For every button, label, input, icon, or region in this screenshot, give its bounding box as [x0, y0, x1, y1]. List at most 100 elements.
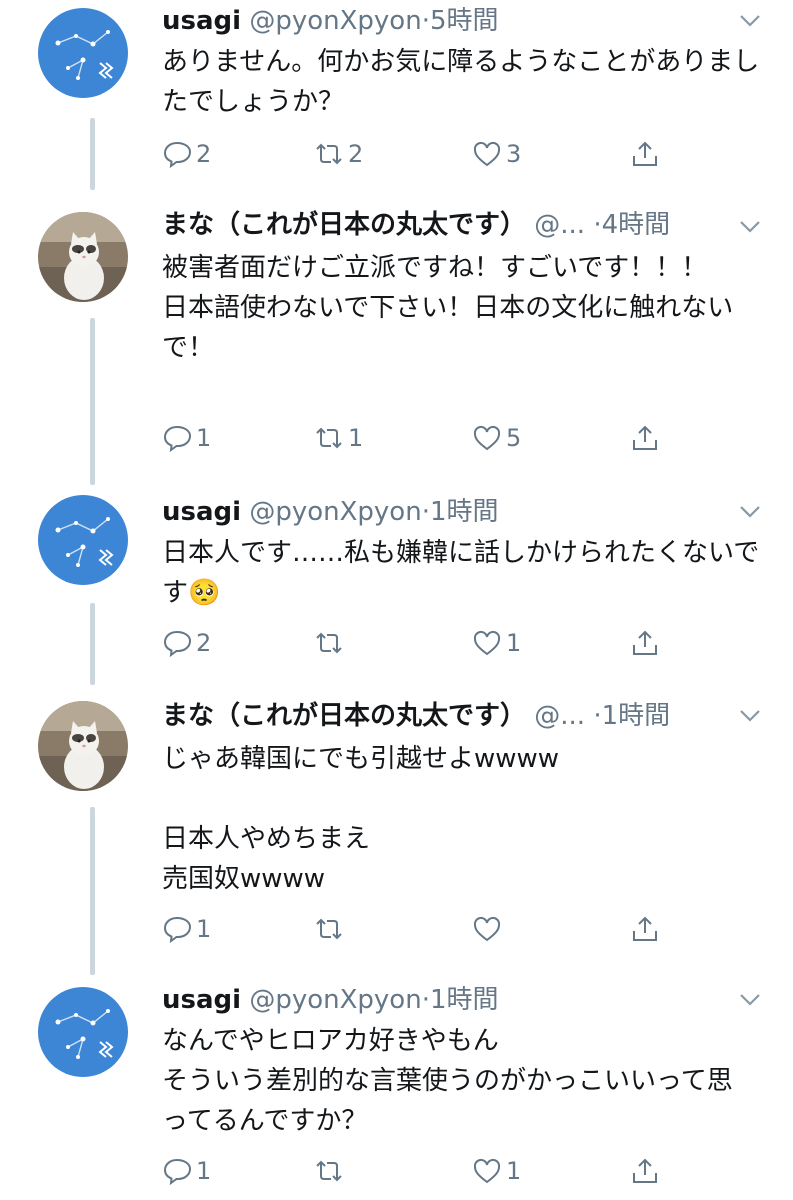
- tweet-actions: 1 1 5: [162, 420, 682, 456]
- reply-button[interactable]: 1: [162, 1153, 211, 1189]
- like-count: 5: [506, 424, 522, 452]
- retweet-icon: [316, 632, 342, 654]
- heart-icon: [473, 630, 501, 656]
- display-name[interactable]: まな（これが日本の丸太です）: [162, 210, 526, 240]
- like-button[interactable]: 3: [472, 136, 521, 172]
- user-handle[interactable]: @...: [534, 210, 585, 240]
- tweet-actions: 1 1: [162, 1153, 682, 1189]
- tweet-text: ありません。何かお気に障るようなことがありましたでしょうか？: [162, 47, 760, 117]
- separator-dot: ·: [421, 6, 430, 36]
- like-count: 1: [506, 1157, 522, 1185]
- reply-icon: [163, 1158, 192, 1186]
- retweet-icon: [316, 918, 342, 940]
- timestamp[interactable]: 4時間: [602, 210, 671, 240]
- tweet-text: 被害者面だけご立派ですね！すごいです！！！ 日本語使わないで下さい！日本の文化に…: [162, 253, 734, 363]
- like-button[interactable]: 5: [472, 420, 521, 456]
- display-name[interactable]: usagi: [162, 6, 241, 36]
- tweet-header: usagi @pyonXpyon·1時間: [162, 493, 743, 531]
- retweet-button[interactable]: 2: [314, 136, 363, 172]
- reply-count: 1: [196, 424, 212, 452]
- share-button[interactable]: [630, 625, 660, 661]
- reply-button[interactable]: 2: [162, 625, 211, 661]
- like-button[interactable]: 1: [472, 625, 521, 661]
- thread-line: [90, 603, 95, 685]
- reply-icon: [163, 916, 192, 944]
- share-icon: [633, 141, 657, 166]
- retweet-button[interactable]: 1: [314, 420, 363, 456]
- avatar[interactable]: [38, 212, 128, 302]
- avatar[interactable]: [38, 8, 128, 98]
- separator-dot: ·: [593, 701, 602, 731]
- user-handle[interactable]: @pyonXpyon: [249, 497, 421, 527]
- reply-count: 2: [196, 140, 212, 168]
- like-count: 3: [506, 140, 522, 168]
- chevron-down-icon[interactable]: [737, 705, 763, 725]
- like-count: 1: [506, 629, 522, 657]
- thread-line: [90, 118, 95, 190]
- tweet[interactable]: まな（これが日本の丸太です） @... ·1時間 じゃあ韓国にでも引越せよwww…: [0, 685, 793, 975]
- thread-line: [90, 318, 95, 485]
- display-name[interactable]: usagi: [162, 985, 241, 1015]
- like-button[interactable]: [472, 911, 506, 947]
- retweet-button[interactable]: [314, 1153, 348, 1189]
- chevron-down-icon[interactable]: [737, 10, 763, 30]
- tweet[interactable]: まな（これが日本の丸太です） @... ·4時間 被害者面だけご立派ですね！すご…: [0, 190, 793, 485]
- share-icon: [633, 630, 657, 655]
- reply-button[interactable]: 1: [162, 911, 211, 947]
- thread-line: [90, 807, 95, 975]
- heart-icon: [473, 916, 501, 942]
- display-name[interactable]: usagi: [162, 497, 241, 527]
- heart-icon: [473, 1158, 501, 1184]
- retweet-count: 1: [348, 424, 364, 452]
- chevron-down-icon[interactable]: [737, 989, 763, 1009]
- timestamp[interactable]: 1時間: [430, 497, 499, 527]
- tweet-text: なんでやヒロアカ好きやもん そういう差別的な言葉使うのがかっこいいって思ってるん…: [162, 1026, 733, 1136]
- timestamp[interactable]: 1時間: [602, 701, 671, 731]
- reply-icon: [163, 630, 192, 658]
- share-icon: [633, 1158, 657, 1183]
- avatar[interactable]: [38, 495, 128, 585]
- reply-icon: [163, 425, 192, 453]
- share-button[interactable]: [630, 911, 660, 947]
- tweet-header: まな（これが日本の丸太です） @... ·1時間: [162, 697, 743, 735]
- timestamp[interactable]: 5時間: [430, 6, 499, 36]
- tweet[interactable]: usagi @pyonXpyon·5時間 ありません。何かお気に障るようなことが…: [0, 0, 793, 190]
- avatar[interactable]: [38, 701, 128, 791]
- avatar[interactable]: [38, 987, 128, 1077]
- reply-count: 1: [196, 1157, 212, 1185]
- tweet-text: 日本人です……私も嫌韓に話しかけられたくないです🥺: [162, 538, 760, 608]
- user-handle[interactable]: @...: [534, 701, 585, 731]
- share-icon: [633, 425, 657, 450]
- tweet-actions: 2 1: [162, 625, 682, 661]
- tweet-header: usagi @pyonXpyon·1時間: [162, 981, 743, 1019]
- timestamp[interactable]: 1時間: [430, 985, 499, 1015]
- separator-dot: ·: [421, 985, 430, 1015]
- tweet[interactable]: usagi @pyonXpyon·1時間 日本人です……私も嫌韓に話しかけられた…: [0, 485, 793, 685]
- user-handle[interactable]: @pyonXpyon: [249, 985, 421, 1015]
- share-button[interactable]: [630, 1153, 660, 1189]
- retweet-count: 2: [348, 140, 364, 168]
- reply-button[interactable]: 1: [162, 420, 211, 456]
- like-button[interactable]: 1: [472, 1153, 521, 1189]
- retweet-button[interactable]: [314, 625, 348, 661]
- tweet[interactable]: usagi @pyonXpyon·1時間 なんでやヒロアカ好きやもん そういう差…: [0, 975, 793, 1200]
- reply-count: 1: [196, 915, 212, 943]
- heart-icon: [473, 141, 501, 167]
- tweet-header: まな（これが日本の丸太です） @... ·4時間: [162, 206, 743, 244]
- tweet-header: usagi @pyonXpyon·5時間: [162, 2, 743, 40]
- user-handle[interactable]: @pyonXpyon: [249, 6, 421, 36]
- display-name[interactable]: まな（これが日本の丸太です）: [162, 701, 526, 731]
- separator-dot: ·: [593, 210, 602, 240]
- tweet-actions: 1: [162, 911, 682, 947]
- retweet-icon: [316, 1160, 342, 1182]
- share-button[interactable]: [630, 136, 660, 172]
- retweet-button[interactable]: [314, 911, 348, 947]
- separator-dot: ·: [421, 497, 430, 527]
- share-button[interactable]: [630, 420, 660, 456]
- reply-button[interactable]: 2: [162, 136, 211, 172]
- share-icon: [633, 916, 657, 941]
- chevron-down-icon[interactable]: [737, 501, 763, 521]
- chevron-down-icon[interactable]: [737, 216, 763, 236]
- retweet-icon: [316, 143, 342, 165]
- heart-icon: [473, 425, 501, 451]
